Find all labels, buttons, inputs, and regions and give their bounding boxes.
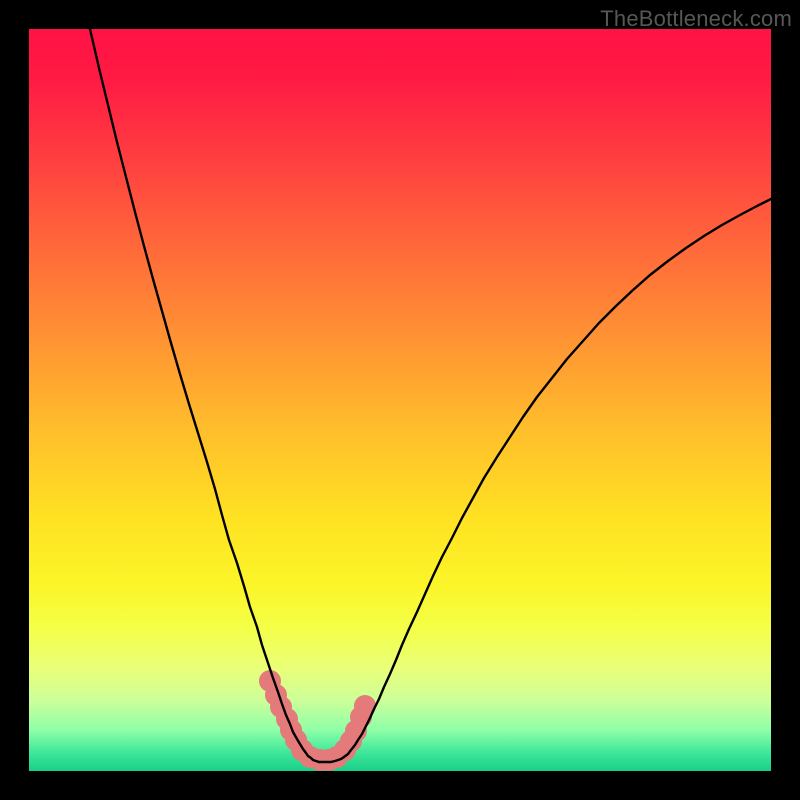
gradient-background [29,29,771,771]
bottleneck-curve-chart [29,29,771,771]
watermark-text: TheBottleneck.com [600,6,792,32]
chart-frame [29,29,771,771]
